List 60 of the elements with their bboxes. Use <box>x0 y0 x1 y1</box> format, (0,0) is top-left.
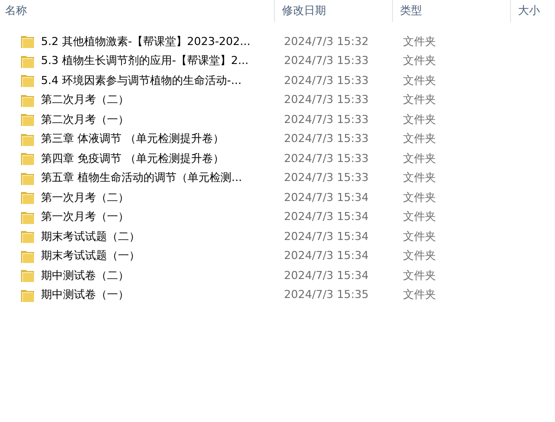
column-header[interactable]: 修改日期 <box>282 2 326 20</box>
modified-date: 2024/7/3 15:34 <box>284 268 369 282</box>
folder-icon <box>20 268 36 284</box>
folder-icon <box>20 210 36 225</box>
folder-icon <box>20 229 36 244</box>
folder-icon <box>20 288 36 303</box>
folder-icon <box>20 34 36 50</box>
column-header[interactable]: 类型 <box>400 2 422 20</box>
file-name[interactable]: 期中测试卷（一） <box>41 287 129 304</box>
file-type: 文件夹 <box>403 74 436 86</box>
file-name[interactable]: 第一次月考（二） <box>41 190 129 206</box>
file-type: 文件夹 <box>403 230 436 242</box>
folder-icon <box>20 73 36 88</box>
folder-icon <box>20 151 36 166</box>
file-type: 文件夹 <box>403 112 436 126</box>
column-header[interactable]: 名称 <box>5 2 27 20</box>
modified-date: 2024/7/3 15:35 <box>284 288 369 301</box>
modified-date: 2024/7/3 15:33 <box>284 171 369 184</box>
modified-date: 2024/7/3 15:32 <box>284 34 369 48</box>
modified-date: 2024/7/3 15:33 <box>284 54 369 67</box>
file-name[interactable]: 第二次月考（二） <box>41 92 129 108</box>
file-type: 文件夹 <box>403 132 436 145</box>
modified-date: 2024/7/3 15:33 <box>284 132 369 145</box>
file-type: 文件夹 <box>403 190 436 204</box>
file-type: 文件夹 <box>403 54 436 67</box>
modified-date: 2024/7/3 15:33 <box>284 152 369 164</box>
modified-date: 2024/7/3 15:34 <box>284 230 369 242</box>
file-type: 文件夹 <box>403 249 436 262</box>
file-name[interactable]: 第五章 植物生命活动的调节（单元检测... <box>41 170 242 186</box>
file-type: 文件夹 <box>403 152 436 164</box>
folder-icon <box>20 54 36 69</box>
file-name[interactable]: 第三章 体液调节 （单元检测提升卷） <box>41 131 224 148</box>
file-name[interactable]: 期末考试试题（一） <box>41 248 140 264</box>
modified-date: 2024/7/3 15:34 <box>284 210 369 223</box>
file-type: 文件夹 <box>403 268 436 282</box>
file-type: 文件夹 <box>403 288 436 301</box>
modified-date: 2024/7/3 15:33 <box>284 74 369 86</box>
folder-icon <box>20 190 36 206</box>
file-name[interactable]: 5.2 其他植物激素-【帮课堂】2023-202... <box>41 34 250 50</box>
file-name[interactable]: 第一次月考（一） <box>41 209 129 226</box>
folder-icon <box>20 170 36 186</box>
file-name[interactable]: 5.3 植物生长调节剂的应用-【帮课堂】2... <box>41 53 248 70</box>
folder-icon <box>20 112 36 128</box>
file-type: 文件夹 <box>403 34 436 48</box>
column-header[interactable]: 大小 <box>518 2 540 20</box>
folder-icon <box>20 92 36 108</box>
file-name[interactable]: 期末考试试题（二） <box>41 228 140 245</box>
file-type: 文件夹 <box>403 93 436 106</box>
modified-date: 2024/7/3 15:34 <box>284 190 369 204</box>
file-type: 文件夹 <box>403 171 436 184</box>
file-name[interactable]: 期中测试卷（二） <box>41 268 129 284</box>
modified-date: 2024/7/3 15:33 <box>284 112 369 126</box>
modified-date: 2024/7/3 15:33 <box>284 93 369 106</box>
folder-icon <box>20 248 36 264</box>
file-name[interactable]: 第四章 免疫调节 （单元检测提升卷） <box>41 150 224 167</box>
file-name[interactable]: 第二次月考（一） <box>41 112 129 128</box>
modified-date: 2024/7/3 15:34 <box>284 249 369 262</box>
file-type: 文件夹 <box>403 210 436 223</box>
file-name[interactable]: 5.4 环境因素参与调节植物的生命活动-... <box>41 72 242 89</box>
folder-icon <box>20 132 36 147</box>
